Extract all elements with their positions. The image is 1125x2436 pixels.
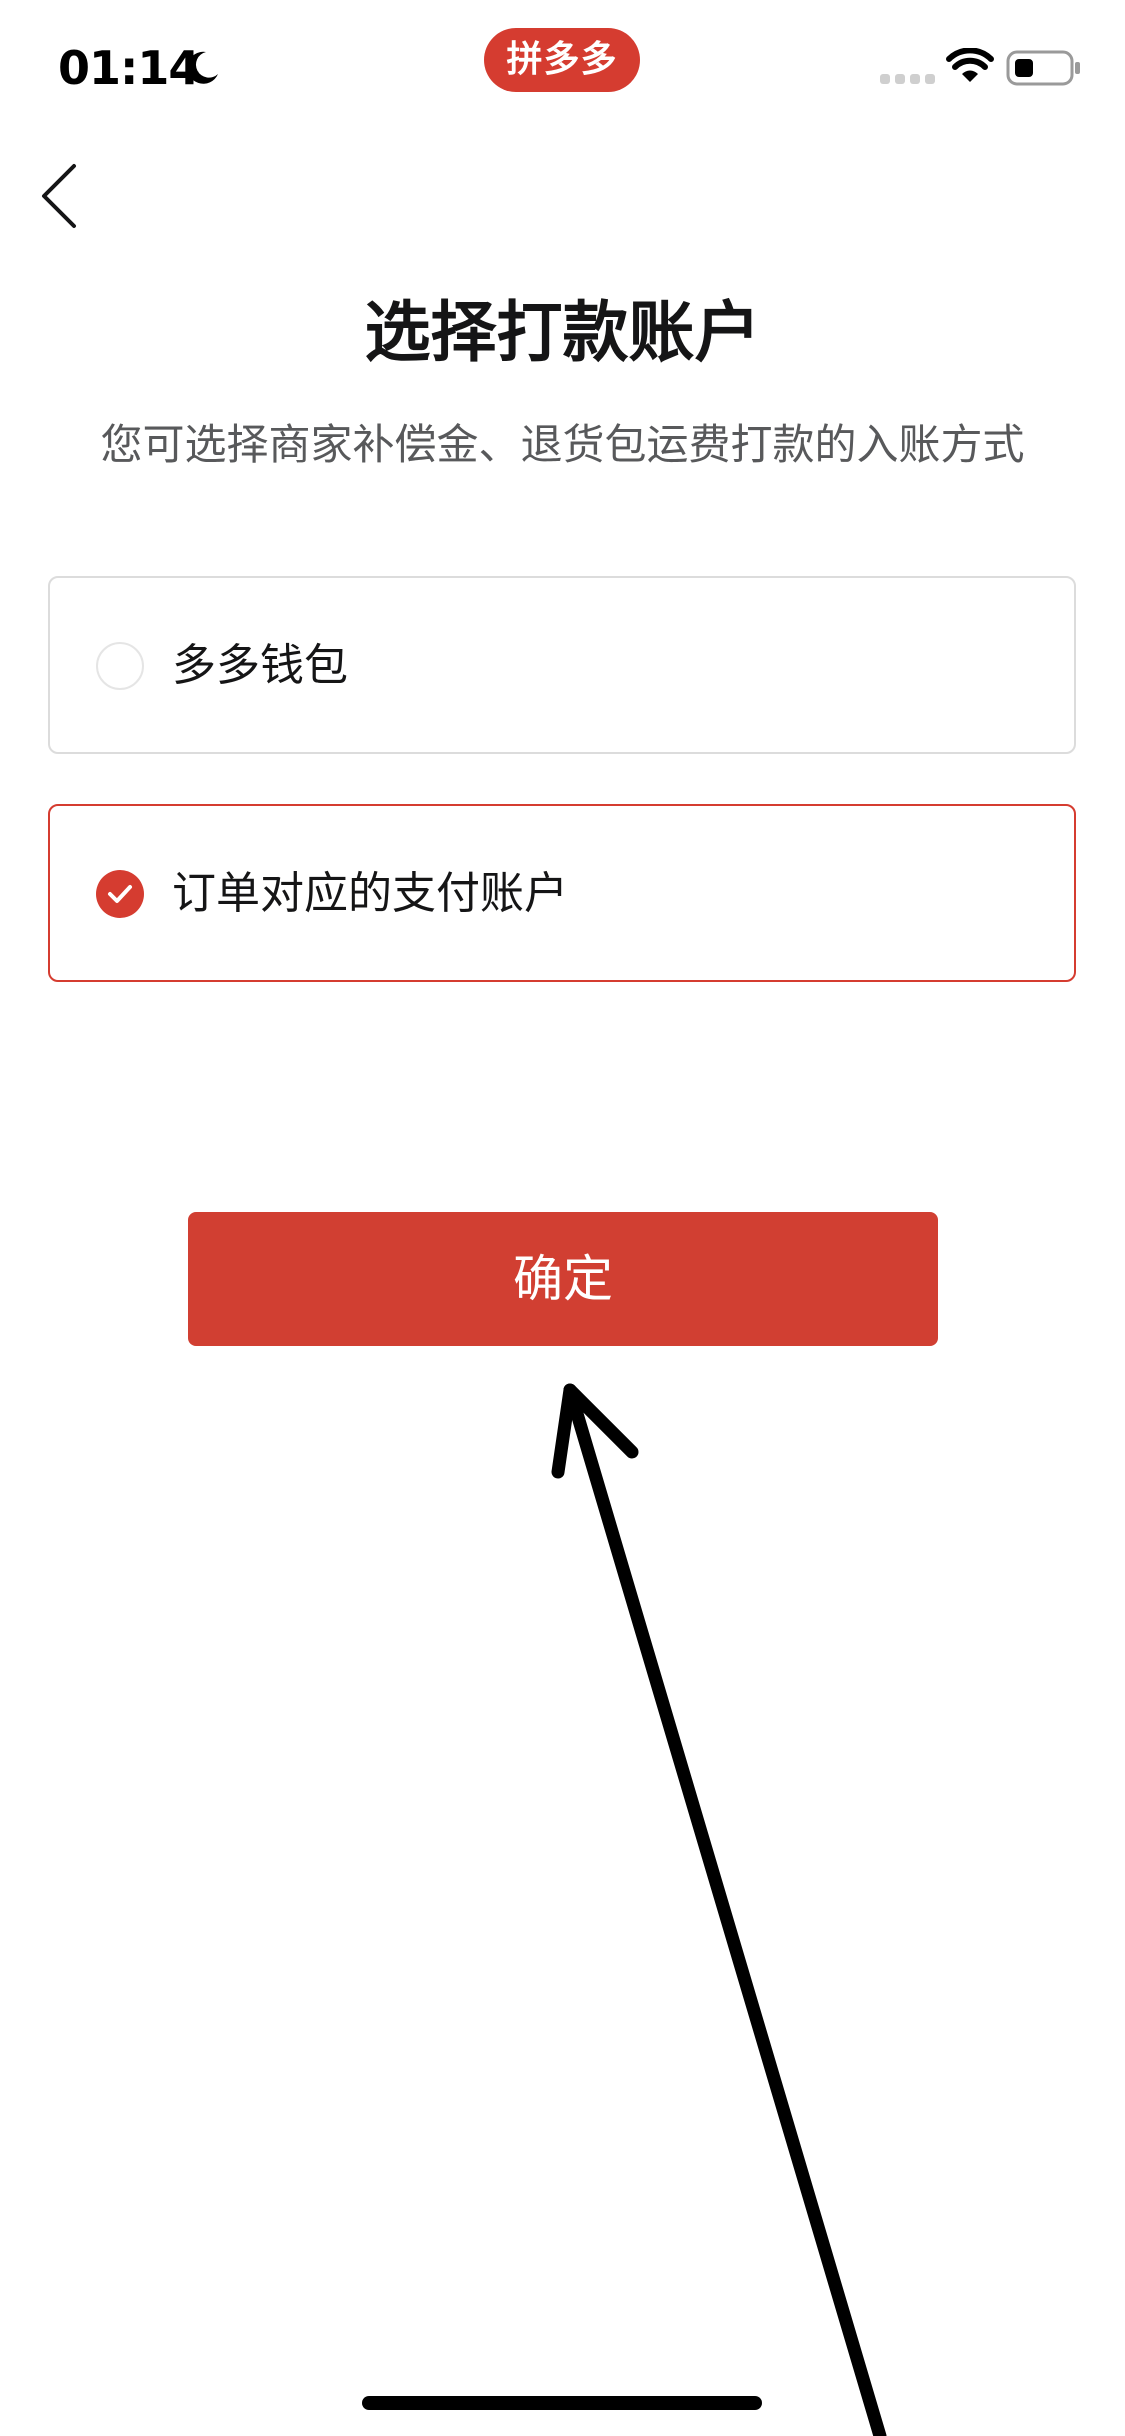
moon-icon	[187, 51, 218, 84]
option-label: 订单对应的支付账户	[172, 868, 568, 919]
select-payout-account-screen: 01:14 拼多多 选择打款账户 您可选择商家补偿金、退货包运费打款的入账方式 …	[0, 0, 1125, 2436]
radio-checked-icon[interactable]	[96, 870, 144, 918]
option-order-payment-account[interactable]: 订单对应的支付账户	[48, 804, 1076, 982]
checkmark-icon	[108, 885, 132, 903]
cellular-signal-icon	[880, 74, 935, 84]
page-subtitle: 您可选择商家补偿金、退货包运费打款的入账方式	[100, 420, 1025, 469]
confirm-button[interactable]: 确定	[188, 1212, 938, 1346]
wifi-icon	[946, 48, 994, 82]
chevron-left-icon	[42, 164, 76, 228]
app-badge: 拼多多	[484, 28, 640, 92]
page-title: 选择打款账户	[364, 294, 761, 371]
battery-icon	[1006, 50, 1080, 86]
home-indicator	[362, 2396, 762, 2410]
option-duoduo-wallet[interactable]: 多多钱包	[48, 576, 1076, 754]
radio-unchecked-icon[interactable]	[96, 642, 144, 690]
option-label: 多多钱包	[172, 640, 348, 691]
back-button[interactable]	[30, 156, 100, 236]
status-time: 01:14	[58, 41, 200, 95]
